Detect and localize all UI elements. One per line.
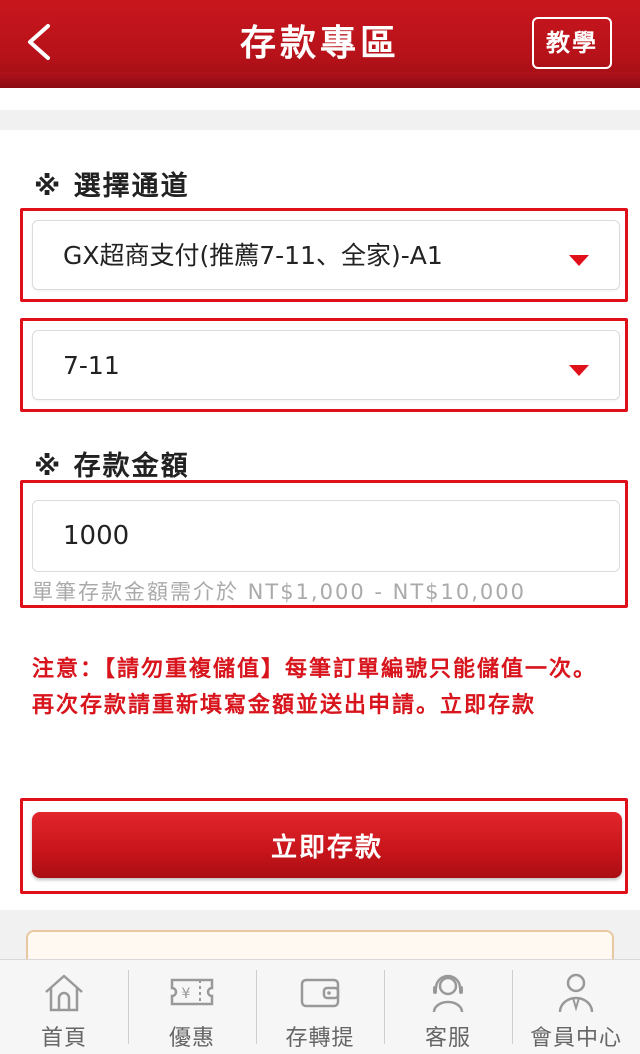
- header-shade: [0, 72, 640, 88]
- nav-label-support: 客服: [424, 1026, 471, 1051]
- notice-text: 注意：【請勿重複儲值】每筆訂單編號只能儲值一次。再次存款請重新填寫金額並送出申請…: [32, 657, 598, 718]
- nav-label-member: 會員中心: [529, 1026, 622, 1051]
- nav-label-promotions: 優惠: [168, 1026, 215, 1051]
- svg-text:¥: ¥: [182, 986, 191, 1002]
- amount-hint: 單筆存款金額需介於 NT$1,000 - NT$10,000: [32, 580, 526, 604]
- tutorial-button[interactable]: 教學: [532, 17, 612, 69]
- header-gap: [0, 88, 640, 110]
- nav-item-member[interactable]: 會員中心: [512, 960, 640, 1054]
- caret-down-icon: [569, 255, 589, 266]
- nav-item-support[interactable]: 客服: [384, 960, 512, 1054]
- channel-select-value: GX超商支付(推薦7-11、全家)-A1: [63, 241, 443, 270]
- coupon-icon: ¥: [170, 978, 214, 1006]
- caret-down-icon: [569, 365, 589, 376]
- nav-item-home[interactable]: 首頁: [0, 960, 128, 1054]
- amount-input[interactable]: [32, 500, 620, 572]
- section-gap: [0, 110, 640, 130]
- wallet-icon: [300, 978, 340, 1008]
- channel-select[interactable]: GX超商支付(推薦7-11、全家)-A1: [32, 220, 620, 290]
- back-button[interactable]: [18, 18, 62, 66]
- nav-item-promotions[interactable]: ¥ 優惠: [128, 960, 256, 1054]
- nav-item-transfer[interactable]: 存轉提: [256, 960, 384, 1054]
- nav-label-home: 首頁: [40, 1026, 87, 1051]
- store-select-value: 7-11: [63, 351, 120, 380]
- store-select[interactable]: 7-11: [32, 330, 620, 400]
- home-icon: [45, 974, 83, 1012]
- chevron-left-icon: [28, 24, 50, 60]
- amount-section-label: ※ 存款金額: [34, 451, 190, 482]
- headset-icon: [432, 974, 464, 1013]
- deposit-page: 存款專區 教學 ※ 選擇通道 GX超商支付(推薦7-11、全家)-A1 7-11…: [0, 0, 640, 1054]
- nav-label-transfer: 存轉提: [285, 1026, 355, 1051]
- user-icon: [558, 973, 594, 1013]
- bottom-nav: 首頁 ¥ 優惠 存轉提 客服 會員中心: [0, 959, 640, 1054]
- channel-section-label: ※ 選擇通道: [34, 171, 190, 202]
- deposit-now-button[interactable]: 立即存款: [32, 812, 622, 878]
- header-bar: 存款專區 教學: [0, 0, 640, 88]
